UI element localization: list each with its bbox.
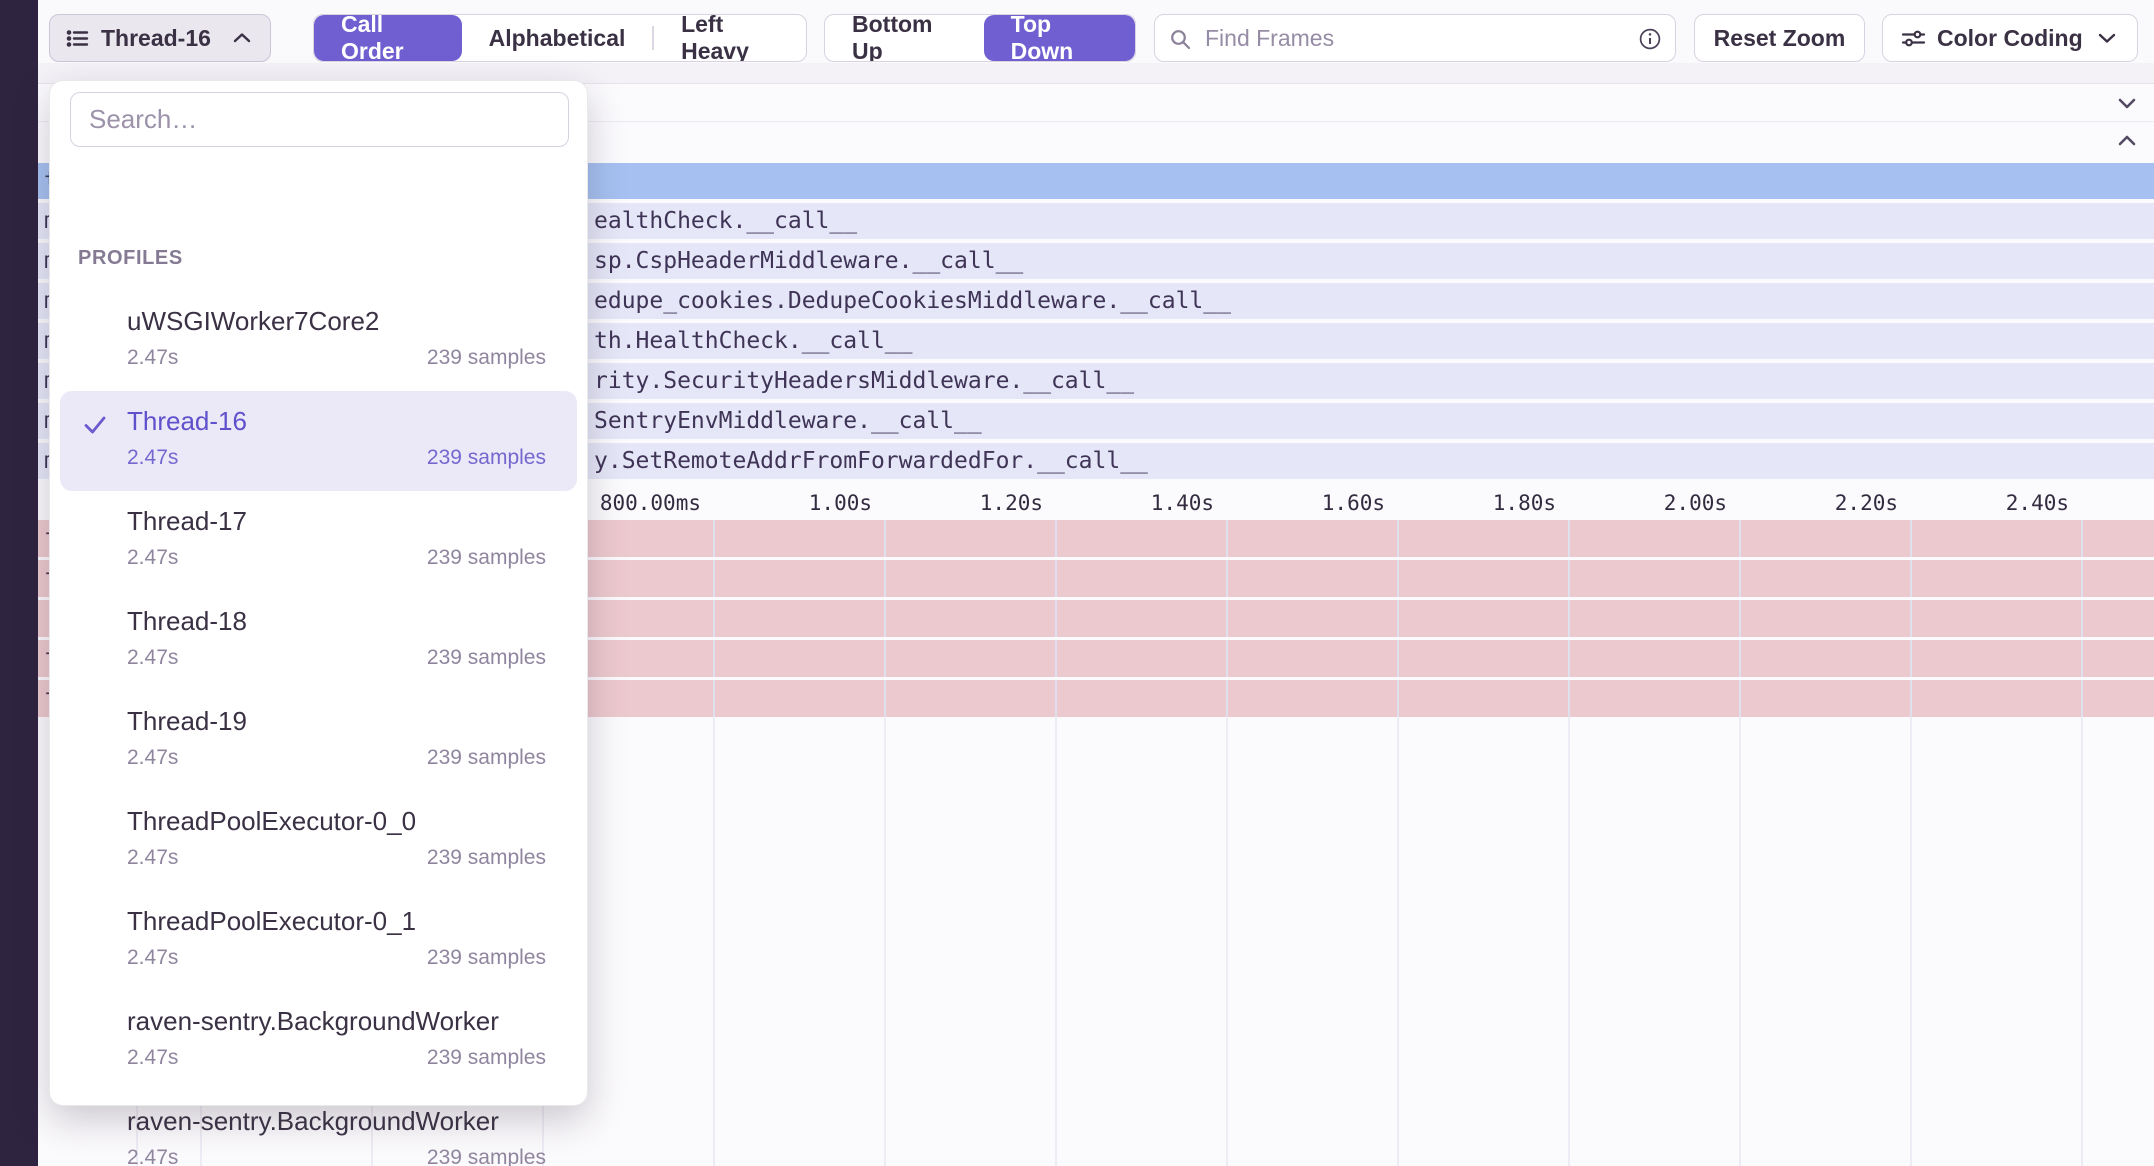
frame-label: SentryEnvMiddleware.__call__ — [594, 403, 982, 439]
profile-duration: 2.47s — [127, 546, 178, 570]
list-icon — [66, 27, 89, 50]
frame-label: y.SetRemoteAddrFromForwardedFor.__call__ — [594, 443, 1148, 479]
profile-duration: 2.47s — [127, 746, 178, 770]
profile-duration: 2.47s — [127, 1146, 178, 1166]
profile-item[interactable]: Thread-19 2.47s 239 samples — [60, 691, 577, 791]
profile-name: ThreadPoolExecutor-0_0 — [127, 806, 546, 837]
profile-item[interactable]: Thread-18 2.47s 239 samples — [60, 591, 577, 691]
profile-duration: 2.47s — [127, 946, 178, 970]
direction-option-top-down[interactable]: Top Down — [984, 15, 1135, 61]
sort-option-call-order[interactable]: Call Order — [314, 15, 462, 61]
profile-item[interactable]: uWSGIWorker7Core2 2.47s 239 samples — [60, 291, 577, 391]
profile-samples: 239 samples — [427, 846, 546, 870]
profile-item[interactable]: ThreadPoolExecutor-0_1 2.47s 239 samples — [60, 891, 577, 991]
profile-samples: 239 samples — [427, 346, 546, 370]
profiles-section-label: PROFILES — [78, 247, 183, 270]
profile-name: uWSGIWorker7Core2 — [127, 306, 546, 337]
app-sidebar — [0, 0, 38, 1166]
axis-tick: 2.20s — [1738, 489, 1898, 517]
reset-zoom-label: Reset Zoom — [1714, 25, 1846, 52]
sort-segmented-control: Call Order Alphabetical Left Heavy — [313, 14, 807, 62]
axis-tick: 1.60s — [1225, 489, 1385, 517]
color-coding-label: Color Coding — [1937, 25, 2083, 52]
profile-item[interactable]: raven-sentry.BackgroundWorker 2.47s 239 … — [60, 1091, 577, 1166]
profile-samples: 239 samples — [427, 546, 546, 570]
axis-tick: 2.00s — [1567, 489, 1727, 517]
axis-tick: 1.20s — [883, 489, 1043, 517]
profile-search-input[interactable] — [70, 92, 569, 147]
search-icon — [1169, 28, 1192, 51]
sliders-icon — [1901, 27, 1926, 50]
profile-name: Thread-18 — [127, 606, 546, 637]
profile-name: raven-sentry.BackgroundWorker — [127, 1006, 546, 1037]
direction-segmented-control: Bottom Up Top Down — [824, 14, 1136, 62]
profile-name: Thread-19 — [127, 706, 546, 737]
axis-tick: 1.80s — [1396, 489, 1556, 517]
sort-option-left-heavy[interactable]: Left Heavy — [654, 15, 806, 61]
frame-label: sp.CspHeaderMiddleware.__call__ — [594, 243, 1023, 279]
profile-item[interactable]: Thread-17 2.47s 239 samples — [60, 491, 577, 591]
profile-name: raven-sentry.BackgroundWorker — [127, 1106, 546, 1137]
profile-name: Thread-16 — [127, 406, 546, 437]
info-icon[interactable] — [1637, 26, 1663, 52]
profile-samples: 239 samples — [427, 1146, 546, 1166]
profile-name: Thread-17 — [127, 506, 546, 537]
thread-selector-button[interactable]: Thread-16 — [49, 14, 271, 62]
chevron-up-icon — [230, 26, 254, 50]
frame-label: ealthCheck.__call__ — [594, 203, 857, 239]
find-frames-input[interactable] — [1155, 15, 1675, 61]
profile-samples: 239 samples — [427, 446, 546, 470]
frame-label: rity.SecurityHeadersMiddleware.__call__ — [594, 363, 1134, 399]
axis-tick: 1.00s — [712, 489, 872, 517]
sort-option-alphabetical[interactable]: Alphabetical — [462, 15, 653, 61]
profile-item[interactable]: raven-sentry.BackgroundWorker 2.47s 239 … — [60, 991, 577, 1091]
chevron-down-icon[interactable] — [2114, 90, 2140, 116]
profile-duration: 2.47s — [127, 346, 178, 370]
profile-samples: 239 samples — [427, 746, 546, 770]
profile-samples: 239 samples — [427, 1046, 546, 1070]
profile-duration: 2.47s — [127, 1046, 178, 1070]
color-coding-button[interactable]: Color Coding — [1882, 14, 2138, 62]
profile-item[interactable]: ThreadPoolExecutor-0_0 2.47s 239 samples — [60, 791, 577, 891]
profiles-list: uWSGIWorker7Core2 2.47s 239 samples Thre… — [50, 291, 587, 1166]
profile-duration: 2.47s — [127, 446, 178, 470]
axis-tick: 2.40s — [1909, 489, 2069, 517]
profile-item-selected[interactable]: Thread-16 2.47s 239 samples — [60, 391, 577, 491]
chevron-up-icon[interactable] — [2114, 128, 2140, 154]
profile-samples: 239 samples — [427, 946, 546, 970]
axis-tick: 1.40s — [1054, 489, 1214, 517]
flamegraph-profiler-screen: Thread-16 Call Order Alphabetical Left H… — [0, 0, 2154, 1166]
toolbar: Thread-16 Call Order Alphabetical Left H… — [38, 0, 2154, 63]
profile-name: ThreadPoolExecutor-0_1 — [127, 906, 546, 937]
reset-zoom-button[interactable]: Reset Zoom — [1694, 14, 1865, 62]
chevron-down-icon — [2095, 26, 2119, 50]
thread-selector-dropdown: PROFILES uWSGIWorker7Core2 2.47s 239 sam… — [49, 80, 588, 1106]
frame-label: th.HealthCheck.__call__ — [594, 323, 913, 359]
frame-label: edupe_cookies.DedupeCookiesMiddleware.__… — [594, 283, 1231, 319]
find-frames-container — [1154, 14, 1676, 62]
checkmark-icon — [80, 410, 110, 440]
thread-selector-label: Thread-16 — [101, 25, 211, 52]
profile-duration: 2.47s — [127, 846, 178, 870]
direction-option-bottom-up[interactable]: Bottom Up — [825, 15, 984, 61]
profile-duration: 2.47s — [127, 646, 178, 670]
profile-samples: 239 samples — [427, 646, 546, 670]
